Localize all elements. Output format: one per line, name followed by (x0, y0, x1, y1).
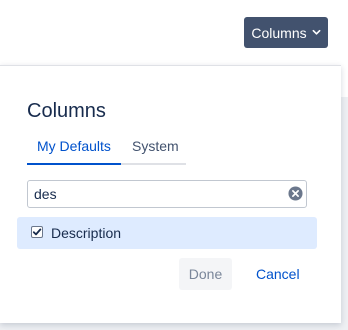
tab-my-defaults[interactable]: My Defaults (37, 138, 111, 154)
list-item[interactable]: Description (17, 217, 317, 249)
chevron-down-icon (312, 29, 321, 35)
columns-popup: Columns My Defaults System Description D… (0, 65, 341, 323)
cancel-button[interactable]: Cancel (256, 266, 300, 282)
tab-system[interactable]: System (132, 138, 179, 154)
search-field[interactable] (27, 180, 307, 208)
tab-bar: My Defaults System (27, 136, 186, 165)
popup-title: Columns (27, 100, 106, 122)
checkmark-icon (32, 228, 42, 236)
columns-button-label: Columns (251, 24, 307, 41)
clear-circle-icon[interactable] (288, 186, 303, 201)
active-tab-indicator (27, 163, 121, 165)
page: Columns Columns My Defaults System De (0, 0, 348, 330)
background-panel-right (341, 97, 348, 323)
done-button[interactable]: Done (179, 258, 232, 290)
columns-button[interactable]: Columns (244, 17, 328, 48)
search-input[interactable] (34, 183, 274, 205)
list-item-label: Description (51, 225, 122, 241)
description-checkbox[interactable] (31, 226, 43, 238)
background-panel-bottom (0, 323, 348, 330)
